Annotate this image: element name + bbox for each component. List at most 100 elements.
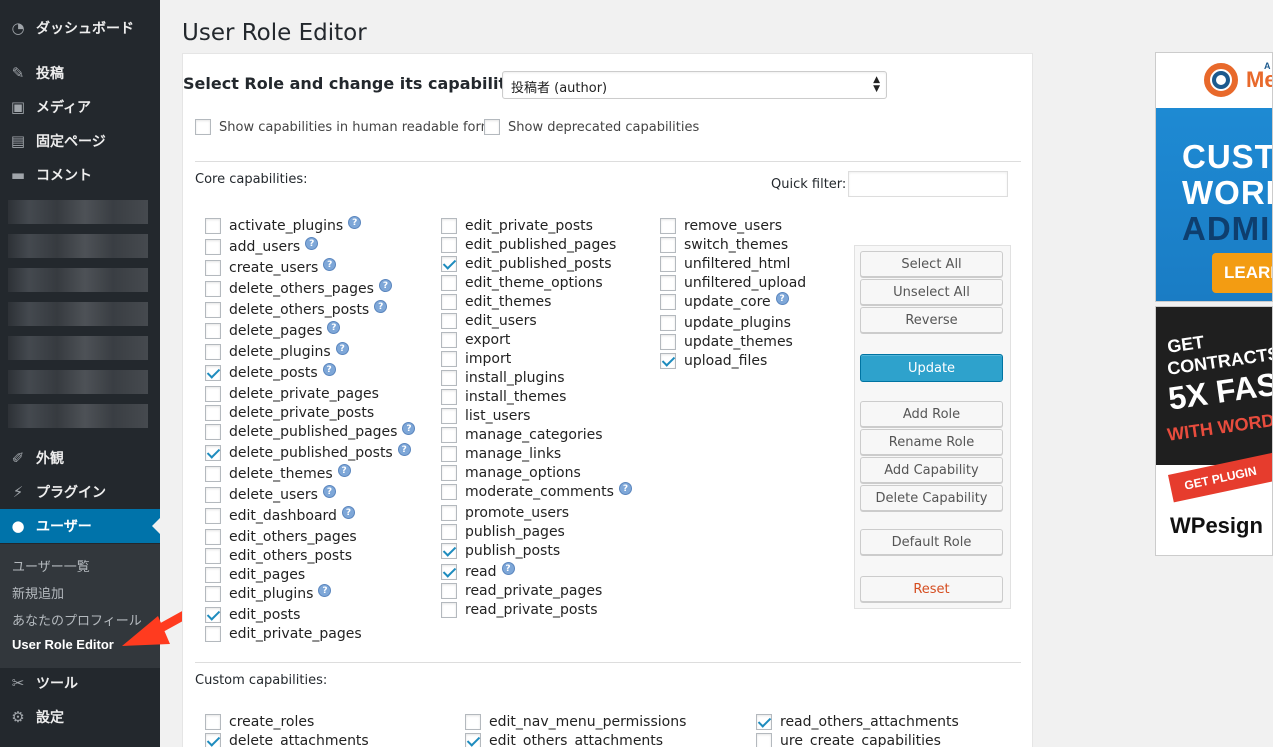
- menu-comments[interactable]: ▬ コメント: [0, 158, 160, 192]
- capability-checkbox[interactable]: [660, 236, 676, 253]
- capability-item[interactable]: edit_dashboard?: [205, 506, 355, 525]
- default-role-button[interactable]: Default Role: [860, 529, 1003, 555]
- capability-checkbox[interactable]: [205, 217, 221, 234]
- update-button[interactable]: Update: [860, 354, 1003, 382]
- reverse-button[interactable]: Reverse: [860, 307, 1003, 333]
- ad-learn-button[interactable]: LEARN: [1212, 253, 1272, 293]
- capability-checkbox[interactable]: [205, 465, 221, 482]
- select-all-button[interactable]: Select All: [860, 251, 1003, 277]
- unselect-all-button[interactable]: Unselect All: [860, 279, 1003, 305]
- help-icon[interactable]: ?: [322, 485, 336, 498]
- capability-checkbox[interactable]: [205, 486, 221, 503]
- deprecated-checkbox[interactable]: [484, 119, 500, 135]
- capability-checkbox[interactable]: [660, 333, 676, 350]
- capability-item[interactable]: manage_links: [441, 444, 561, 463]
- advertisement-banner[interactable]: AMe CUSTO WORD ADMIN LEARN: [1155, 52, 1273, 302]
- deprecated-option[interactable]: Show deprecated capabilities: [484, 119, 699, 135]
- capability-item[interactable]: update_core?: [660, 292, 789, 311]
- capability-checkbox[interactable]: [441, 217, 457, 234]
- capability-checkbox[interactable]: [441, 407, 457, 424]
- capability-checkbox[interactable]: [205, 585, 221, 602]
- capability-item[interactable]: manage_categories: [441, 425, 603, 444]
- help-icon[interactable]: ?: [341, 506, 355, 519]
- submenu-all-users[interactable]: ユーザー一覧: [12, 556, 90, 575]
- capability-item[interactable]: edit_pages: [205, 565, 305, 584]
- capability-item[interactable]: edit_private_posts: [441, 216, 593, 235]
- capability-checkbox[interactable]: [441, 388, 457, 405]
- capability-item[interactable]: update_themes: [660, 332, 793, 351]
- menu-tools[interactable]: ✂ ツール: [0, 666, 160, 700]
- help-icon[interactable]: ?: [397, 443, 411, 456]
- custom-capability-item[interactable]: create_roles: [205, 712, 314, 731]
- capability-checkbox[interactable]: [205, 444, 221, 461]
- capability-item[interactable]: edit_users: [441, 311, 537, 330]
- menu-posts[interactable]: ✎ 投稿: [0, 56, 160, 90]
- capability-checkbox[interactable]: [441, 274, 457, 291]
- menu-users[interactable]: ● ユーザー: [0, 509, 160, 543]
- capability-checkbox[interactable]: [441, 369, 457, 386]
- help-icon[interactable]: ?: [348, 216, 362, 229]
- help-icon[interactable]: ?: [501, 562, 515, 575]
- capability-checkbox[interactable]: [441, 350, 457, 367]
- help-icon[interactable]: ?: [618, 482, 632, 495]
- capability-checkbox[interactable]: [660, 314, 676, 331]
- capability-checkbox[interactable]: [441, 445, 457, 462]
- capability-checkbox[interactable]: [441, 464, 457, 481]
- reset-button[interactable]: Reset: [860, 576, 1003, 602]
- capability-checkbox[interactable]: [205, 566, 221, 583]
- capability-checkbox[interactable]: [205, 625, 221, 642]
- capability-item[interactable]: import: [441, 349, 511, 368]
- add-role-button[interactable]: Add Role: [860, 401, 1003, 427]
- submenu-user-role-editor[interactable]: User Role Editor: [12, 637, 114, 652]
- capability-checkbox[interactable]: [660, 217, 676, 234]
- menu-settings[interactable]: ⚙ 設定: [0, 700, 160, 734]
- capability-checkbox[interactable]: [441, 582, 457, 599]
- capability-checkbox[interactable]: [441, 331, 457, 348]
- capability-item[interactable]: list_users: [441, 406, 530, 425]
- capability-item[interactable]: install_plugins: [441, 368, 565, 387]
- capability-checkbox[interactable]: [205, 301, 221, 318]
- capability-item[interactable]: edit_others_posts: [205, 546, 352, 565]
- capability-checkbox[interactable]: [441, 426, 457, 443]
- human-readable-checkbox[interactable]: [195, 119, 211, 135]
- capability-item[interactable]: read_private_posts: [441, 600, 598, 619]
- capability-checkbox[interactable]: [441, 523, 457, 540]
- submenu-add-new[interactable]: 新規追加: [12, 583, 64, 602]
- capability-item[interactable]: promote_users: [441, 503, 569, 522]
- capability-checkbox[interactable]: [441, 293, 457, 310]
- capability-item[interactable]: edit_theme_options: [441, 273, 603, 292]
- capability-checkbox[interactable]: [205, 732, 221, 747]
- capability-item[interactable]: manage_options: [441, 463, 581, 482]
- menu-dashboard[interactable]: ◔ ダッシュボード: [0, 11, 160, 45]
- capability-item[interactable]: edit_published_posts: [441, 254, 612, 273]
- help-icon[interactable]: ?: [775, 292, 789, 305]
- capability-checkbox[interactable]: [205, 280, 221, 297]
- capability-checkbox[interactable]: [441, 312, 457, 329]
- capability-checkbox[interactable]: [441, 563, 457, 580]
- rename-role-button[interactable]: Rename Role: [860, 429, 1003, 455]
- capability-item[interactable]: publish_posts: [441, 541, 560, 560]
- capability-checkbox[interactable]: [660, 274, 676, 291]
- capability-checkbox[interactable]: [205, 404, 221, 421]
- capability-item[interactable]: export: [441, 330, 510, 349]
- capability-checkbox[interactable]: [205, 507, 221, 524]
- capability-item[interactable]: switch_themes: [660, 235, 788, 254]
- capability-checkbox[interactable]: [205, 364, 221, 381]
- capability-item[interactable]: remove_users: [660, 216, 782, 235]
- menu-pages[interactable]: ▤ 固定ページ: [0, 124, 160, 158]
- help-icon[interactable]: ?: [318, 584, 332, 597]
- capability-checkbox[interactable]: [205, 713, 221, 730]
- help-icon[interactable]: ?: [323, 258, 337, 271]
- capability-item[interactable]: install_themes: [441, 387, 566, 406]
- capability-item[interactable]: delete_published_posts?: [205, 443, 411, 462]
- capability-checkbox[interactable]: [756, 713, 772, 730]
- add-capability-button[interactable]: Add Capability: [860, 457, 1003, 483]
- capability-item[interactable]: publish_pages: [441, 522, 565, 541]
- custom-capability-item[interactable]: ure_create_capabilities: [756, 731, 941, 747]
- custom-capability-item[interactable]: delete_attachments: [205, 731, 369, 747]
- capability-checkbox[interactable]: [441, 236, 457, 253]
- capability-item[interactable]: delete_themes?: [205, 464, 351, 483]
- capability-item[interactable]: moderate_comments?: [441, 482, 632, 501]
- capability-item[interactable]: upload_files: [660, 351, 767, 370]
- capability-checkbox[interactable]: [205, 528, 221, 545]
